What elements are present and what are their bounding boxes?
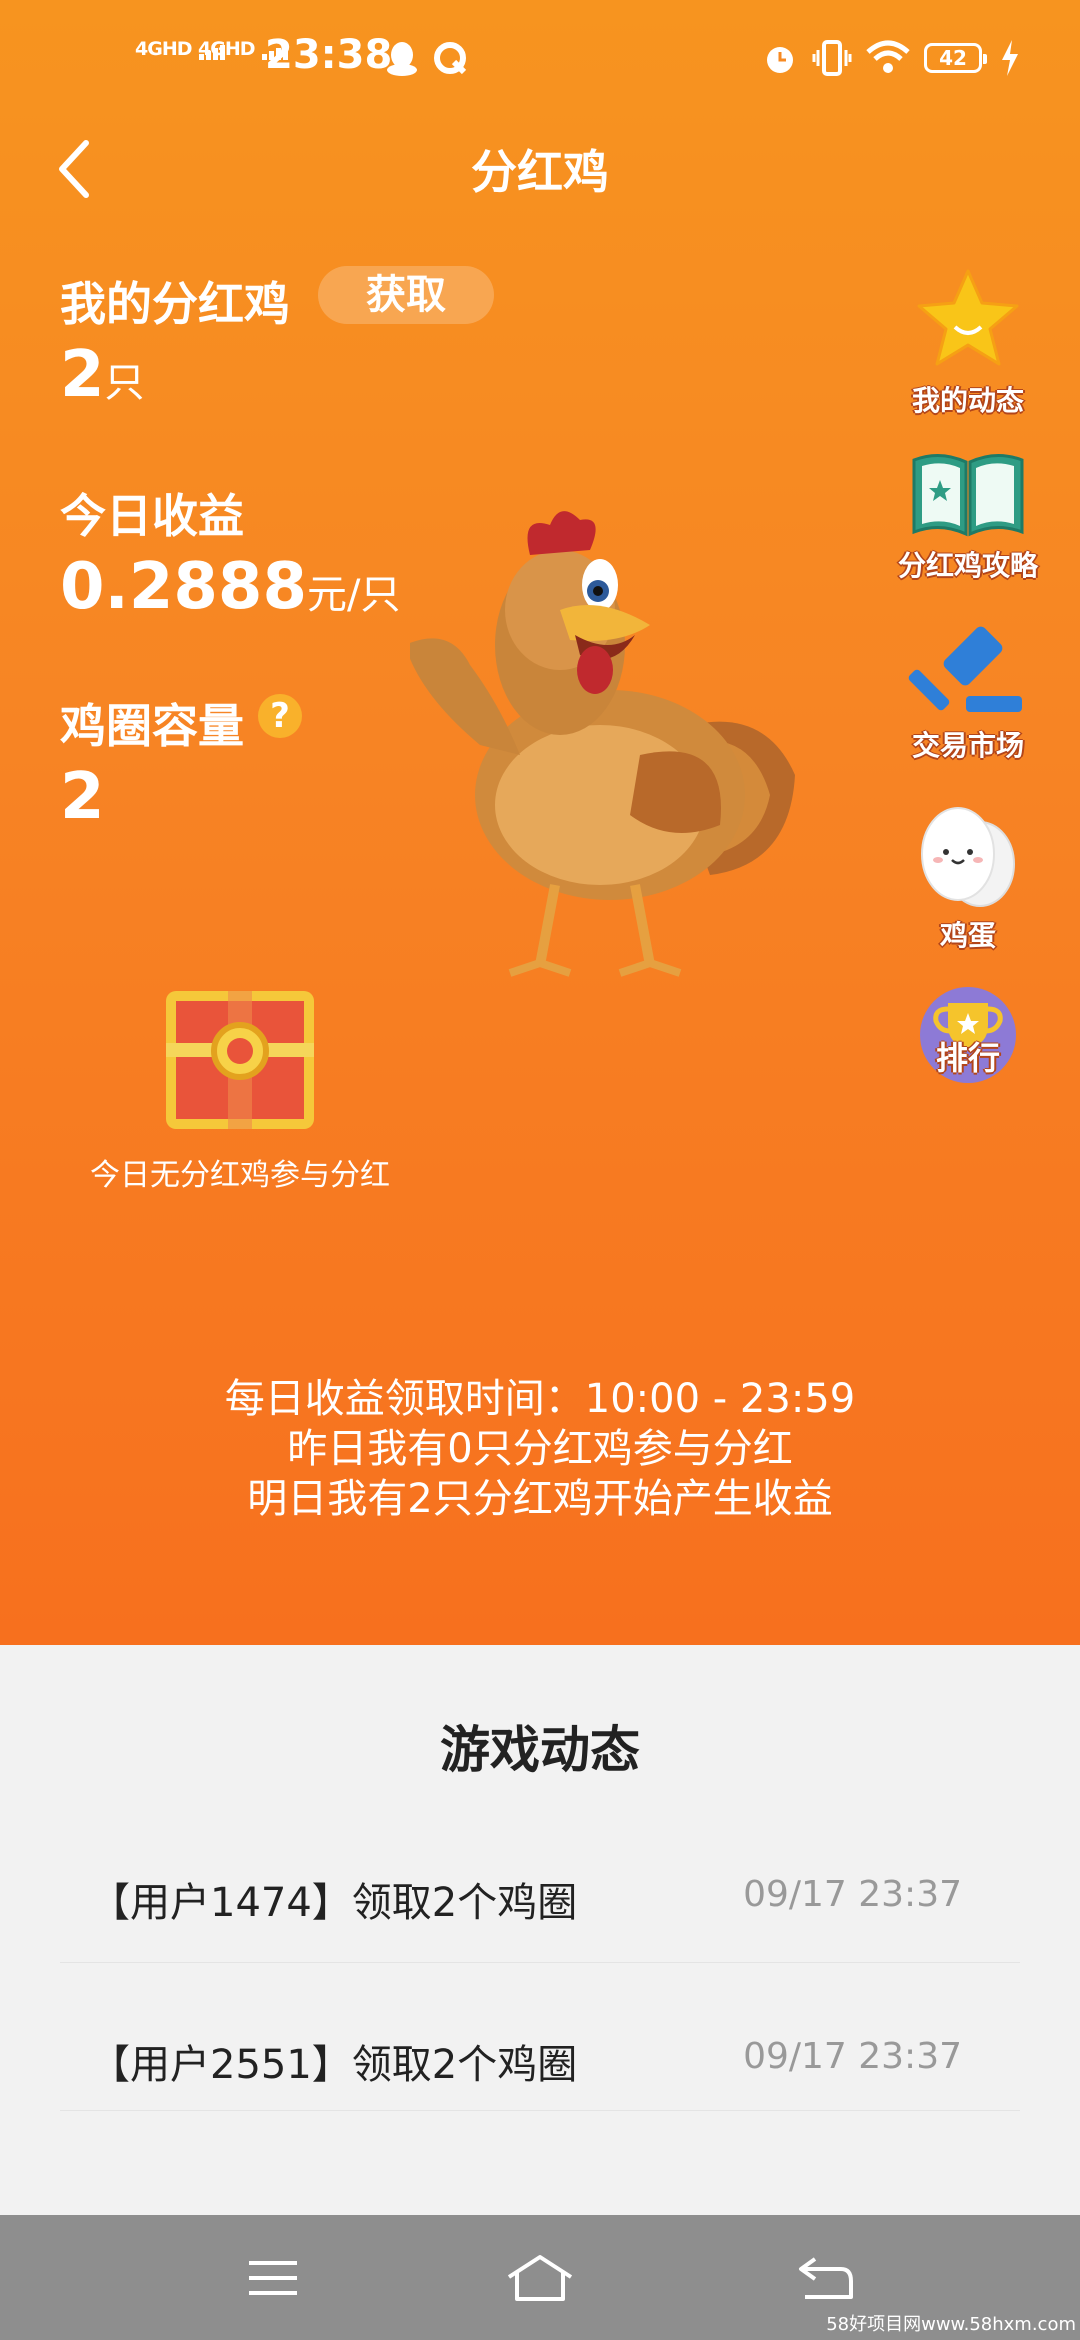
watermark-text: 58好项目网www.58hxm.com: [826, 2314, 1076, 2335]
star-icon: [917, 269, 1019, 366]
treasure-chest-icon[interactable]: [160, 985, 320, 1135]
help-icon[interactable]: ?: [258, 694, 302, 738]
today-income-label: 今日收益: [60, 489, 244, 543]
status-time: 23:38: [265, 32, 393, 78]
menu-icon[interactable]: [243, 2253, 303, 2303]
my-chickens-unit: 只: [104, 360, 145, 406]
side-item-guide[interactable]: 分红鸡攻略: [883, 450, 1053, 584]
side-item-label: 鸡蛋: [939, 919, 996, 952]
my-chickens-value: 2: [60, 338, 105, 412]
today-income-value: 0.2888: [60, 550, 307, 624]
side-item-label: 我的动态: [911, 384, 1024, 417]
book-icon: [912, 454, 1024, 537]
feed-row-time: 09/17 23:37: [743, 2036, 962, 2077]
my-chickens-count: 2只: [60, 338, 145, 412]
today-income: 0.2888元/只: [60, 550, 400, 624]
coop-capacity-label: 鸡圈容量: [60, 699, 244, 753]
vibrate-icon: [812, 40, 852, 76]
chicken-illustration: [410, 511, 795, 977]
side-item-my-activity[interactable]: 我的动态: [883, 265, 1053, 419]
system-nav-bar: 58好项目网www.58hxm.com: [0, 2215, 1080, 2340]
app-q-icon: [434, 42, 467, 75]
gavel-icon: [908, 626, 1022, 712]
wifi-icon: [866, 40, 910, 73]
side-item-eggs[interactable]: 鸡蛋: [883, 800, 1053, 954]
signal-label: 4GHD: [135, 38, 192, 60]
feed-row-text: 【用户2551】领取2个鸡圈: [90, 2042, 578, 2088]
side-item-ranking[interactable]: 排行: [883, 985, 1053, 1085]
today-income-unit: 元/只: [306, 572, 401, 618]
chest-caption: 今日无分红鸡参与分红: [90, 1158, 390, 1193]
feed-row-time: 09/17 23:37: [743, 1874, 962, 1915]
signal-label: 4GHD: [198, 38, 255, 60]
egg-icon: [921, 807, 1015, 907]
side-item-label: 排行: [935, 1039, 1000, 1077]
feed-row-text: 【用户1474】领取2个鸡圈: [90, 1880, 578, 1926]
battery-indicator: 42: [924, 43, 987, 73]
feed-row: 【用户2551】领取2个鸡圈 09/17 23:37: [60, 1990, 1020, 2111]
alarm-icon: [767, 47, 793, 73]
side-item-label: 交易市场: [911, 729, 1024, 762]
coop-capacity: 2: [60, 760, 105, 834]
side-item-label: 分红鸡攻略: [897, 549, 1038, 582]
qq-icon: [387, 42, 417, 76]
page-title: 分红鸡: [471, 145, 609, 199]
get-chickens-button[interactable]: 获取: [318, 266, 494, 324]
back-nav-icon[interactable]: [795, 2253, 855, 2303]
side-item-market[interactable]: 交易市场: [883, 620, 1053, 764]
yesterday-dividend-text: 昨日我有0只分红鸡参与分红: [287, 1426, 793, 1472]
charging-icon: [1002, 40, 1018, 76]
claim-time-text: 每日收益领取时间：10:00 - 23:59: [224, 1376, 856, 1422]
tomorrow-income-text: 明日我有2只分红鸡开始产生收益: [247, 1476, 833, 1522]
home-icon[interactable]: [505, 2253, 575, 2303]
status-bar: 4GHD 4GHD 23:38 42: [0, 0, 1080, 120]
feed-row: 【用户1474】领取2个鸡圈 09/17 23:37: [60, 1842, 1020, 1963]
coop-capacity-value: 2: [60, 760, 105, 834]
my-chickens-label: 我的分红鸡: [60, 277, 290, 331]
feed-title: 游戏动态: [440, 1721, 640, 1779]
